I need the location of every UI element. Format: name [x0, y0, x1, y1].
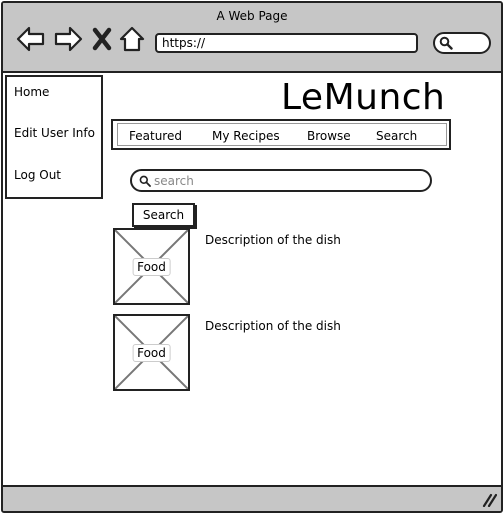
search-icon	[139, 175, 151, 187]
tab-search[interactable]: Search	[376, 129, 417, 143]
brand-logo: LeMunch	[281, 77, 446, 118]
tab-featured[interactable]: Featured	[129, 129, 182, 143]
resize-grip-icon[interactable]	[481, 493, 497, 507]
dish-image-label: Food	[132, 257, 171, 276]
browser-search-box[interactable]	[433, 32, 491, 54]
sidebar-item-edit-user-info[interactable]: Edit User Info	[14, 126, 95, 140]
tab-browse[interactable]: Browse	[307, 129, 351, 143]
back-arrow-icon[interactable]	[16, 25, 46, 53]
url-bar[interactable]: https://	[155, 33, 418, 53]
tab-my-recipes[interactable]: My Recipes	[212, 129, 280, 143]
close-x-icon[interactable]	[91, 25, 113, 53]
sidebar: Home Edit User Info Log Out	[5, 75, 103, 199]
dish-image-label: Food	[132, 343, 171, 362]
home-icon[interactable]	[118, 25, 146, 53]
sidebar-item-home[interactable]: Home	[14, 85, 49, 99]
sidebar-item-log-out[interactable]: Log Out	[14, 168, 61, 182]
search-input[interactable]	[154, 172, 424, 189]
window-title: A Web Page	[216, 9, 288, 23]
dish-description: Description of the dish	[205, 319, 341, 333]
dish-image[interactable]: Food	[113, 228, 190, 305]
browser-toolbar: A Web Page https://	[3, 3, 501, 73]
dish-image[interactable]: Food	[113, 314, 190, 391]
main-nav: Featured My Recipes Browse Search	[111, 119, 451, 150]
browser-window: A Web Page https:// Home Edit User Info …	[1, 1, 503, 513]
dish-description: Description of the dish	[205, 233, 341, 247]
search-button[interactable]: Search	[132, 203, 195, 227]
forward-arrow-icon[interactable]	[53, 25, 83, 53]
recipe-search-field[interactable]	[130, 169, 432, 192]
search-icon	[439, 36, 453, 50]
status-bar	[3, 485, 501, 511]
